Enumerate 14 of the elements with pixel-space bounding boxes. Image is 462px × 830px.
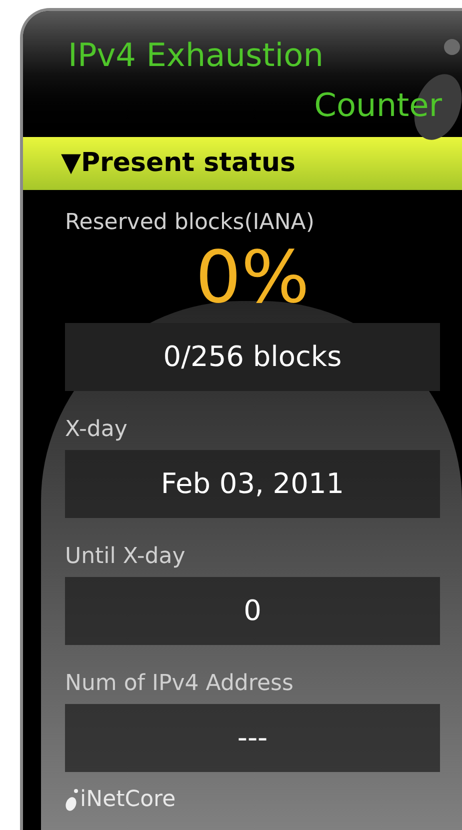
percent-value: 0% xyxy=(195,236,310,318)
field-label: Until X-day xyxy=(65,543,186,571)
drop-icon xyxy=(65,788,79,812)
title-text: IPv4 Exhaustion xyxy=(68,39,324,71)
field-label: Reserved blocks(IANA) xyxy=(65,209,316,237)
title-text: Counter xyxy=(314,89,442,121)
value-box: 0 xyxy=(65,577,440,645)
value-box: 0/256 blocks xyxy=(65,323,440,391)
brand-text: iNetCore xyxy=(80,786,176,814)
field-label: X-day xyxy=(65,416,128,444)
value-box: Feb 03, 2011 xyxy=(65,450,440,518)
section-header[interactable]: ▼Present status xyxy=(23,137,462,190)
field-label: Num of IPv4 Address xyxy=(65,670,294,698)
value-box: --- xyxy=(65,704,440,772)
